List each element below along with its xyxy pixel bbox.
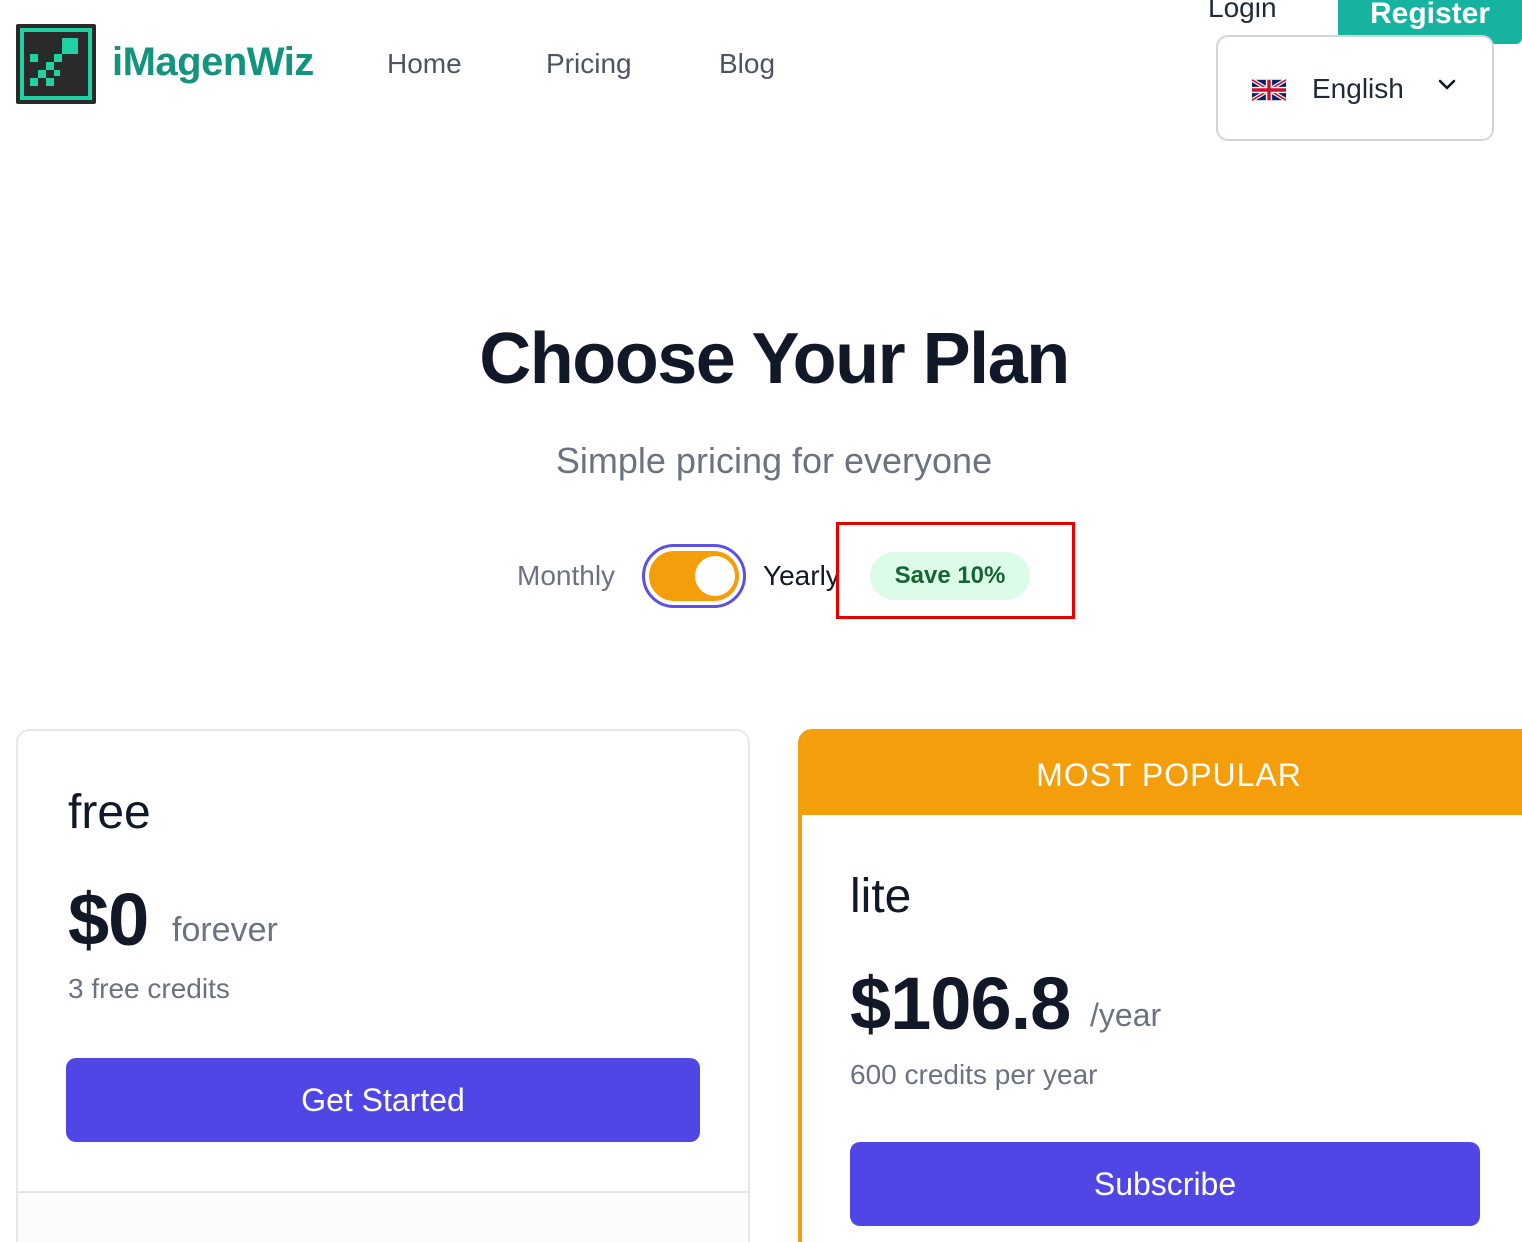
nav-home[interactable]: Home	[387, 48, 462, 80]
login-link[interactable]: Login	[1208, 0, 1277, 24]
page-subtitle: Simple pricing for everyone	[555, 440, 993, 481]
billing-toggle[interactable]	[642, 544, 746, 608]
plan-period: /year	[1090, 997, 1162, 1033]
plan-price: $106.8	[850, 962, 1071, 1045]
most-popular-band: MOST POPULAR	[802, 733, 1522, 815]
plan-credits: 3 free credits	[68, 973, 230, 1004]
chevron-down-icon	[1438, 78, 1456, 97]
plan-price: $0	[68, 878, 149, 961]
yearly-label[interactable]: Yearly	[763, 560, 840, 592]
most-popular-label: MOST POPULAR	[1036, 757, 1302, 793]
subscribe-button[interactable]: Subscribe	[850, 1142, 1480, 1226]
plan-name: free	[68, 786, 151, 839]
plan-credits: 600 credits per year	[850, 1059, 1098, 1090]
nav-blog[interactable]: Blog	[719, 48, 775, 80]
toggle-knob	[695, 556, 735, 596]
toggle-track	[649, 551, 739, 601]
get-started-button[interactable]: Get Started	[66, 1058, 700, 1142]
plan-card-free: free $0 forever 3 free credits Get Start…	[16, 729, 750, 1242]
language-selector[interactable]: English	[1216, 35, 1494, 141]
highlight-box	[836, 522, 1075, 619]
logo-icon[interactable]	[16, 24, 96, 104]
page-title: Choose Your Plan	[479, 319, 1070, 399]
nav-pricing[interactable]: Pricing	[546, 48, 632, 80]
plan-period: forever	[172, 911, 278, 949]
card-footer	[18, 1193, 748, 1242]
brand-name[interactable]: iMagenWiz	[112, 40, 314, 85]
plan-card-lite: MOST POPULAR lite $106.8 /year 600 credi…	[798, 729, 1522, 1242]
pricing-page: iMagenWiz Home Pricing Blog Login Regist…	[0, 0, 1522, 1242]
uk-flag-icon	[1250, 78, 1288, 106]
monthly-label[interactable]: Monthly	[517, 560, 615, 592]
language-label: English	[1312, 73, 1404, 104]
plan-name: lite	[850, 870, 912, 923]
